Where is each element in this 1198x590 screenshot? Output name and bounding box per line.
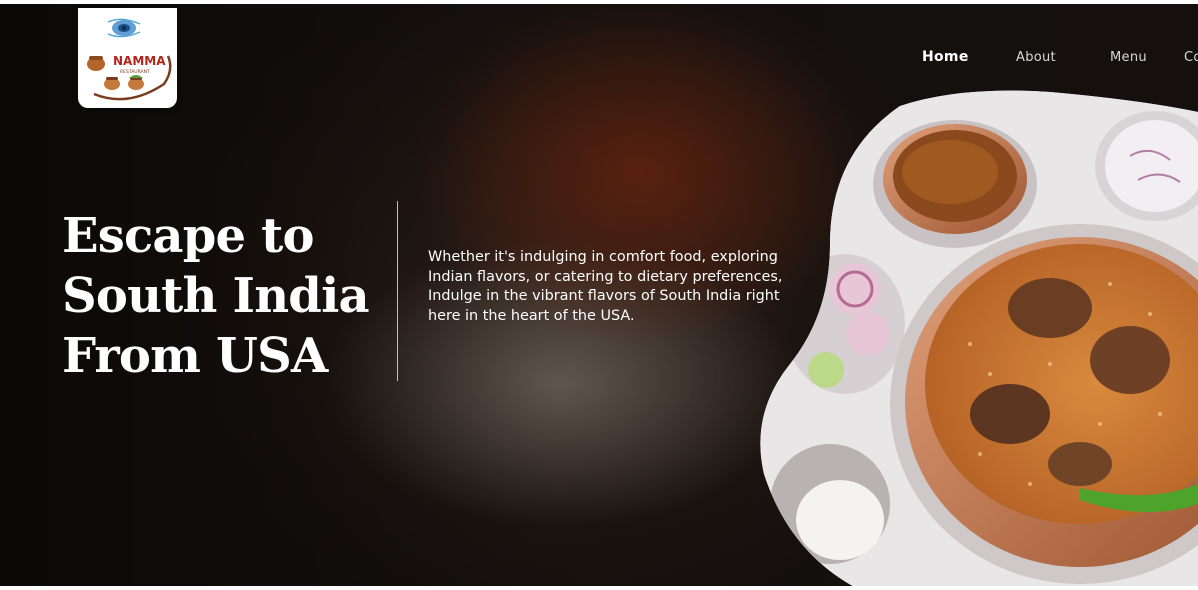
biryani-food-image <box>760 90 1198 586</box>
main-nav: Home About Menu Co <box>0 49 1198 70</box>
nav-contact[interactable]: Co <box>1184 50 1198 65</box>
nav-home[interactable]: Home <box>922 49 969 65</box>
page-bottom-edge <box>0 586 1198 590</box>
headline-line-3: From USA <box>62 328 328 384</box>
nav-about[interactable]: About <box>1016 50 1056 65</box>
hero-headline: Escape to South India From USA <box>62 206 392 386</box>
hero-description: Whether it's indulging in comfort food, … <box>428 249 783 324</box>
headline-line-1: Escape to <box>62 208 315 264</box>
vertical-divider <box>397 201 398 381</box>
headline-line-2: South India <box>62 268 370 324</box>
hero-section: NAMMA RESTAURANT Home About Menu Co Esca… <box>0 4 1198 586</box>
nav-menu[interactable]: Menu <box>1110 50 1147 65</box>
